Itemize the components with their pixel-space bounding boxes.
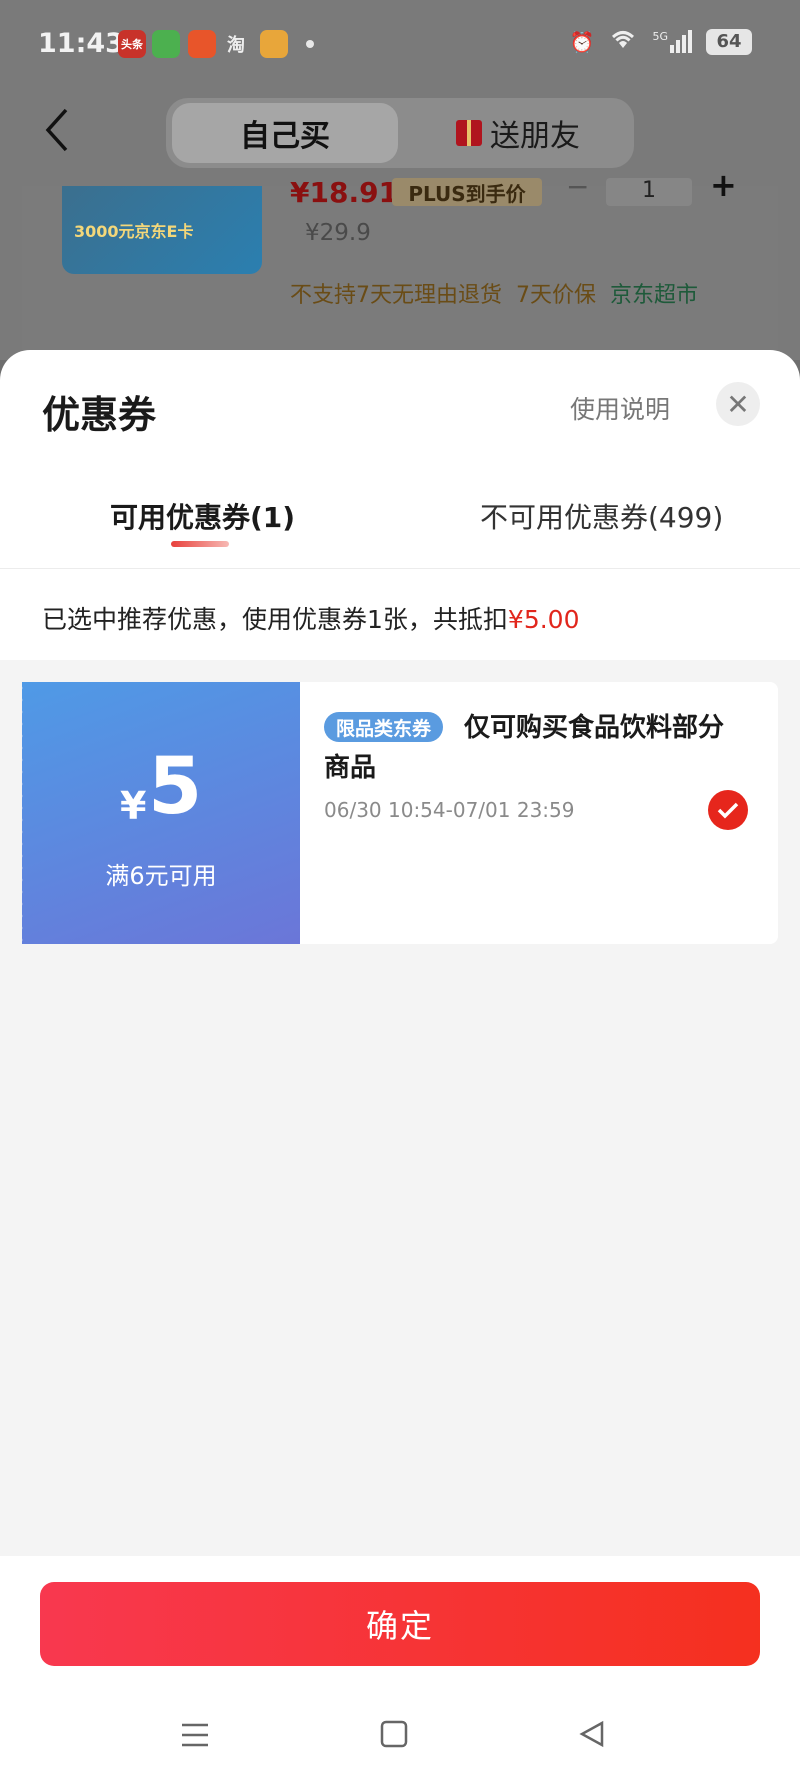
battery-icon: 64: [706, 28, 752, 55]
kuaishou-app-icon: [188, 30, 216, 58]
plus-price-tag: PLUS到手价: [392, 178, 542, 206]
coupon-category-badge: 限品类东券: [324, 712, 444, 742]
home-nav-button[interactable]: [380, 1718, 408, 1756]
quantity-decrease-button[interactable]: −: [566, 170, 589, 203]
taobao-app-icon: 淘: [227, 35, 245, 56]
product-tags: 不支持7天无理由退货 7天价保 京东超市: [290, 277, 698, 309]
tag-price-protect: 7天价保: [516, 283, 596, 308]
sheet-title: 优惠券: [42, 393, 157, 437]
back-triangle-icon: [579, 1720, 604, 1748]
wifi-icon: [608, 28, 638, 55]
message-app-icon: [152, 30, 180, 58]
original-price: ¥29.9: [305, 220, 371, 246]
tab-unavailable-coupons[interactable]: 不可用优惠券(499): [480, 496, 723, 536]
tab-buy-for-self[interactable]: 自己买: [172, 103, 398, 163]
menu-nav-button[interactable]: [180, 1718, 210, 1756]
tag-no-return: 不支持7天无理由退货: [290, 283, 502, 308]
tab-send-to-friend-label: 送朋友: [490, 119, 580, 154]
coupon-currency: ¥: [120, 784, 147, 828]
notification-dot: [306, 40, 314, 48]
tab-send-to-friend[interactable]: 送朋友: [410, 103, 626, 163]
menu-icon: [182, 1723, 208, 1747]
status-time: 11:43: [38, 28, 124, 59]
home-square-icon: [380, 1720, 408, 1748]
usage-instructions-link[interactable]: 使用说明: [570, 390, 670, 426]
status-right-group: ⏰ 5G 64: [570, 28, 752, 55]
close-button[interactable]: ✕: [716, 382, 760, 426]
alarm-icon: ⏰: [569, 29, 595, 54]
quantity-input[interactable]: 1: [606, 178, 692, 206]
tab-divider: [0, 568, 800, 569]
back-button[interactable]: [44, 108, 70, 160]
tag-store: 京东超市: [610, 283, 699, 308]
coupon-validity: 06/30 10:54-07/01 23:59: [324, 798, 575, 822]
gift-icon: [456, 120, 482, 146]
checkmark-icon: [717, 802, 739, 819]
active-tab-indicator: [171, 541, 229, 547]
discount-summary: 已选中推荐优惠，使用优惠券1张，共抵扣¥5.00: [42, 600, 580, 636]
close-icon: ✕: [726, 387, 750, 421]
back-nav-button[interactable]: [578, 1718, 606, 1756]
coupon-selected-checkbox[interactable]: [708, 790, 748, 830]
product-image-text: 3000元京东E卡: [74, 222, 194, 241]
coupon-amount: 5: [148, 742, 203, 832]
quantity-increase-button[interactable]: +: [710, 166, 737, 204]
coupon-condition: 满6元可用: [105, 862, 217, 890]
confirm-button[interactable]: 确定: [40, 1582, 760, 1666]
product-image[interactable]: 3000元京东E卡: [62, 186, 262, 274]
signal-icon: 5G: [652, 30, 692, 53]
chevron-left-icon: [45, 108, 68, 152]
summary-text: 已选中推荐优惠，使用优惠券1张，共抵扣: [42, 605, 508, 634]
status-bar: 11:43 头条 淘 ⏰ 5G 64: [0, 0, 800, 90]
tab-available-coupons[interactable]: 可用优惠券(1): [110, 496, 295, 536]
summary-amount: ¥5.00: [507, 605, 580, 634]
game-app-icon: [260, 30, 288, 58]
network-label: 5G: [652, 30, 668, 43]
product-price: ¥18.91: [290, 176, 399, 209]
coupon-scallop-edge: [18, 682, 26, 944]
toutiao-app-icon: 头条: [118, 30, 146, 58]
